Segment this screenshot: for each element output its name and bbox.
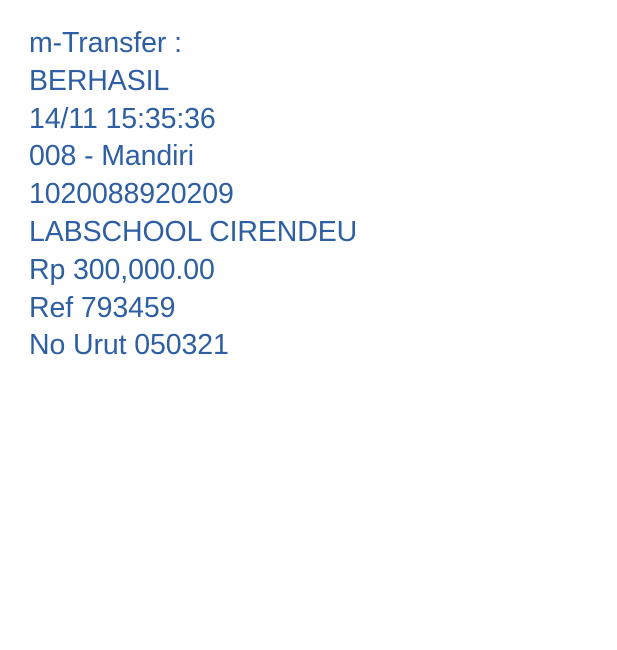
sms-message-body: m-Transfer : BERHASIL 14/11 15:35:36 008… xyxy=(29,25,589,365)
recipient-name: LABSCHOOL CIRENDEU xyxy=(29,215,358,248)
message-title: m-Transfer : xyxy=(29,27,182,59)
sequence-number: No Urut 050321 xyxy=(29,329,229,362)
destination-account-number: 1020088920209 xyxy=(29,178,234,211)
reference-number: Ref 793459 xyxy=(29,291,176,324)
transfer-datetime: 14/11 15:35:36 xyxy=(29,102,216,135)
transfer-amount: Rp 300,000.00 xyxy=(29,253,215,286)
transfer-status: BERHASIL xyxy=(29,64,170,97)
destination-bank: 008 - Mandiri xyxy=(29,140,195,173)
